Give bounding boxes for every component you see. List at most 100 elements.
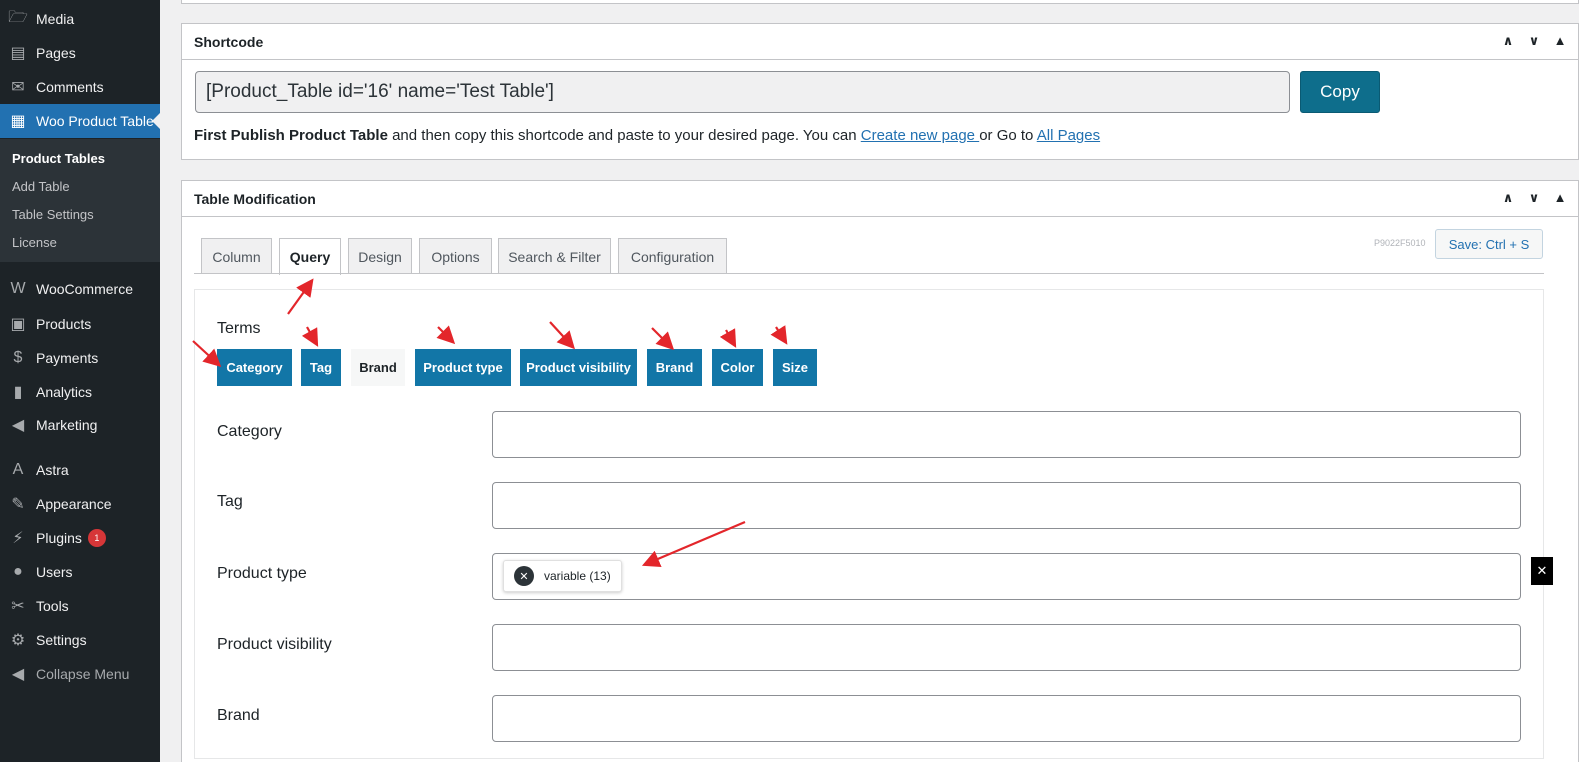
menu-label: Marketing <box>36 417 98 433</box>
plugins-update-badge: 1 <box>87 529 106 547</box>
term-button-tag[interactable]: Tag <box>301 349 341 386</box>
product-visibility-select[interactable] <box>492 624 1521 671</box>
tab-search-filter[interactable]: Search & Filter <box>498 238 611 274</box>
submenu-table-settings[interactable]: Table Settings <box>12 207 94 222</box>
menu-item-settings[interactable]: ⚙ Settings <box>0 623 160 657</box>
move-down-icon[interactable]: ∨ <box>1526 33 1542 49</box>
tag-label: Tag <box>217 493 243 510</box>
menu-item-woocommerce[interactable]: W WooCommerce <box>0 272 160 306</box>
table-modification-panel: Table Modification ∧ ∨ ▲ Column Query De… <box>181 180 1579 762</box>
term-button-size[interactable]: Size <box>773 349 817 386</box>
menu-item-appearance[interactable]: ✎ Appearance <box>0 487 160 521</box>
menu-item-tools[interactable]: ✂ Tools <box>0 589 160 623</box>
shortcode-panel-header: Shortcode ∧ ∨ ▲ <box>182 24 1578 60</box>
shortcode-panel: Shortcode ∧ ∨ ▲ Copy First Publish Produ… <box>181 23 1579 160</box>
category-label: Category <box>217 423 282 440</box>
query-tab-content: Terms Category Tag Brand Product type Pr… <box>194 289 1553 759</box>
menu-label: Plugins <box>36 530 82 546</box>
tab-options[interactable]: Options <box>419 238 492 274</box>
product-type-label: Product type <box>217 565 307 582</box>
term-button-product-type[interactable]: Product type <box>415 349 511 386</box>
menu-label: Pages <box>36 45 76 61</box>
help-bold-text: First Publish Product Table <box>194 127 388 144</box>
menu-item-marketing[interactable]: ◀ Marketing <box>0 408 160 442</box>
menu-item-astra[interactable]: A Astra <box>0 453 160 487</box>
category-select[interactable] <box>492 411 1521 458</box>
archive-icon: ▣ <box>10 316 26 333</box>
menu-item-products[interactable]: ▣ Products <box>0 307 160 341</box>
panel-title: Table Modification <box>194 190 316 207</box>
term-button-color[interactable]: Color <box>712 349 763 386</box>
megaphone-icon: ◀ <box>11 417 25 434</box>
collapse-menu-button[interactable]: ◀ Collapse Menu <box>0 657 160 691</box>
tab-column[interactable]: Column <box>201 238 272 274</box>
menu-label: Tools <box>36 598 69 614</box>
term-button-category[interactable]: Category <box>217 349 292 386</box>
tag-select[interactable] <box>492 482 1521 529</box>
menu-label: Settings <box>36 632 87 648</box>
menu-item-pages[interactable]: ▤ Pages <box>0 36 160 70</box>
help-text: and then copy this shortcode and paste t… <box>387 127 861 144</box>
toggle-panel-icon[interactable]: ▲ <box>1552 190 1568 206</box>
menu-item-users[interactable]: ● Users <box>0 555 160 589</box>
menu-label: Appearance <box>36 496 112 512</box>
comments-icon: ✉ <box>11 79 25 96</box>
modification-panel-header: Table Modification ∧ ∨ ▲ <box>182 181 1578 217</box>
table-icon: ▦ <box>10 113 26 130</box>
panel-title: Shortcode <box>194 33 264 50</box>
menu-label: Comments <box>36 79 104 95</box>
menu-item-plugins[interactable]: ⚡ Plugins 1 <box>0 521 160 555</box>
term-button-brand-inactive[interactable]: Brand <box>351 349 405 386</box>
menu-item-comments[interactable]: ✉ Comments <box>0 70 160 104</box>
payments-icon: $ <box>13 349 23 366</box>
tab-configuration[interactable]: Configuration <box>618 238 727 274</box>
submenu-license[interactable]: License <box>12 235 57 250</box>
menu-label: Products <box>36 316 92 332</box>
shortcode-field[interactable] <box>195 71 1290 113</box>
paintbrush-icon: ✎ <box>11 496 25 513</box>
all-pages-link[interactable]: All Pages <box>1037 127 1100 144</box>
active-indicator <box>152 113 160 129</box>
move-up-icon[interactable]: ∧ <box>1500 33 1516 49</box>
tab-divider <box>194 273 1544 274</box>
term-button-product-visibility[interactable]: Product visibility <box>520 349 637 386</box>
tab-query[interactable]: Query <box>279 238 341 275</box>
collapse-icon: ◀ <box>11 666 25 683</box>
brand-label: Brand <box>217 707 260 724</box>
menu-item-payments[interactable]: $ Payments <box>0 341 160 375</box>
menu-label: Analytics <box>36 384 93 400</box>
remove-chip-icon[interactable]: ✕ <box>514 566 534 586</box>
woocommerce-icon: W <box>10 280 26 297</box>
menu-label: WooCommerce <box>36 281 133 297</box>
menu-label: Payments <box>36 350 99 366</box>
submenu-product-tables[interactable]: Product Tables <box>12 151 105 166</box>
menu-label: Collapse Menu <box>36 666 130 682</box>
copy-button[interactable]: Copy <box>1300 71 1380 113</box>
users-icon: ● <box>13 563 23 580</box>
menu-item-analytics[interactable]: ▮ Analytics <box>0 375 160 409</box>
brand-select[interactable] <box>492 695 1521 742</box>
term-button-brand[interactable]: Brand <box>647 349 702 386</box>
media-icon: 🗁 <box>8 8 28 26</box>
clear-selection-icon[interactable]: ✕ <box>1531 557 1553 585</box>
version-code: P9022F5010 <box>1374 238 1426 248</box>
create-new-page-link[interactable]: Create new page <box>861 127 979 144</box>
toggle-panel-icon[interactable]: ▲ <box>1552 33 1568 49</box>
tab-design[interactable]: Design <box>348 238 412 274</box>
analytics-icon: ▮ <box>13 384 23 401</box>
move-down-icon[interactable]: ∨ <box>1526 190 1542 206</box>
settings-icon: ⚙ <box>10 632 26 649</box>
menu-label: Woo Product Table <box>36 113 154 129</box>
menu-item-woo-product-table[interactable]: ▦ Woo Product Table <box>0 104 160 138</box>
terms-label: Terms <box>217 320 261 337</box>
shortcode-help-text: First Publish Product Table and then cop… <box>194 127 1100 144</box>
submenu-add-table[interactable]: Add Table <box>12 179 70 194</box>
product-type-select[interactable]: ✕ variable (13) <box>492 553 1521 600</box>
chip-label: variable (13) <box>544 569 611 583</box>
move-up-icon[interactable]: ∧ <box>1500 190 1516 206</box>
menu-item-media[interactable]: 🗁 Media <box>0 2 160 36</box>
menu-label: Astra <box>36 462 69 478</box>
astra-icon: A <box>12 461 24 478</box>
save-button[interactable]: Save: Ctrl + S <box>1435 229 1543 259</box>
or-text: or Go to <box>979 127 1037 144</box>
